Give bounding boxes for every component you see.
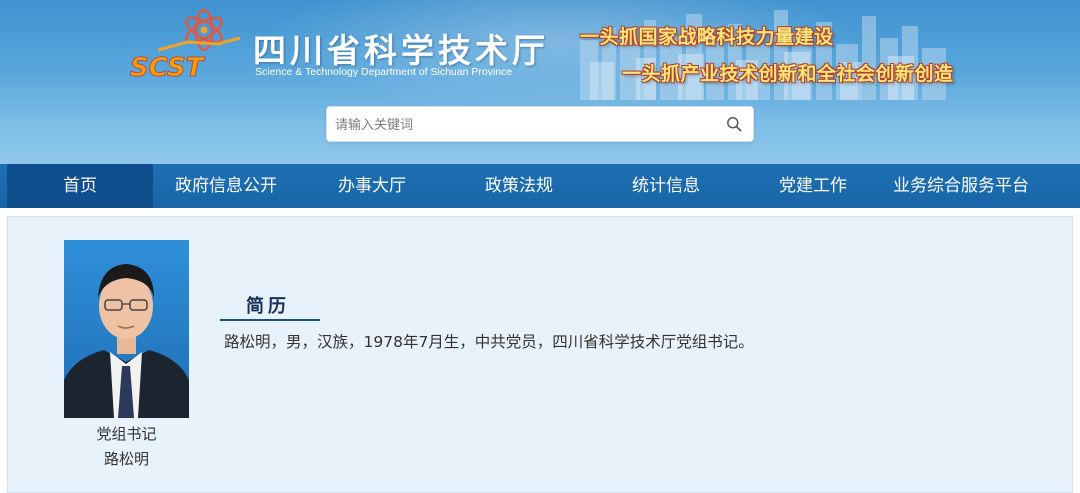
section-title-resume: 简历 — [246, 296, 290, 317]
slogan-line-1: 一头抓国家战略科技力量建设 — [580, 26, 834, 48]
nav-item-gov-info[interactable]: 政府信息公开 — [153, 164, 299, 208]
nav-item-statistics[interactable]: 统计信息 — [593, 164, 739, 208]
search-box[interactable] — [326, 106, 754, 142]
section-title-underline — [220, 319, 320, 321]
nav-item-service-hall[interactable]: 办事大厅 — [299, 164, 445, 208]
search-input[interactable] — [335, 113, 715, 137]
nav-item-party-building[interactable]: 党建工作 — [739, 164, 887, 208]
nav-item-policies[interactable]: 政策法规 — [445, 164, 593, 208]
profile-name: 路松明 — [103, 450, 149, 468]
main-nav: 首页 政府信息公开 办事大厅 政策法规 统计信息 党建工作 业务综合服务平台 — [0, 164, 1080, 208]
scst-logo: SCST — [130, 8, 241, 82]
slogan-line-2: 一头抓产业技术创新和全社会创新创造 — [622, 63, 954, 85]
site-subtitle-en: Science & Technology Department of Sichu… — [255, 66, 513, 78]
profile-bio: 路松明，男，汉族，1978年7月生，中共党员，四川省科学技术厅党组书记。 — [224, 333, 754, 351]
profile-position: 党组书记 — [96, 425, 157, 443]
logo-text: SCST — [130, 53, 206, 82]
city-skyline-image — [580, 10, 946, 100]
search-icon[interactable] — [726, 116, 742, 132]
nav-item-home[interactable]: 首页 — [7, 164, 153, 208]
nav-item-service-platform[interactable]: 业务综合服务平台 — [883, 164, 1039, 208]
site-title[interactable]: 四川省科学技术厅 — [253, 24, 553, 70]
portrait-photo — [64, 240, 189, 418]
